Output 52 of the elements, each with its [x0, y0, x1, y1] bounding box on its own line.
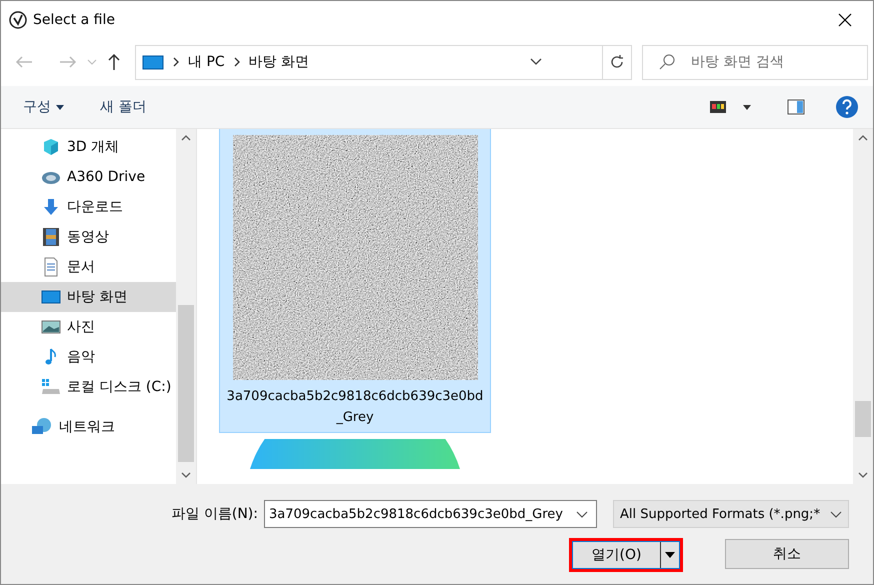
- app-logo-icon: [9, 10, 27, 28]
- film-icon: [41, 227, 61, 247]
- cube-icon: [41, 137, 61, 157]
- scrollbar-thumb[interactable]: [855, 401, 871, 437]
- breadcrumb-item[interactable]: 내 PC: [184, 53, 229, 71]
- scrollbar-thumb[interactable]: [178, 305, 194, 462]
- dropdown-caret-icon[interactable]: [530, 58, 542, 66]
- scrollbar[interactable]: [176, 129, 196, 484]
- download-icon: [41, 197, 61, 217]
- file-type-dropdown[interactable]: All Supported Formats (*.png;*: [613, 500, 849, 528]
- caret-icon: [665, 552, 675, 558]
- search-icon: [659, 54, 675, 70]
- dropdown-caret-icon: [830, 510, 842, 518]
- filename-label: 파일 이름(N):: [171, 505, 258, 523]
- sidebar-item[interactable]: 다운로드: [1, 192, 176, 222]
- sidebar-item[interactable]: 네트워크: [1, 412, 176, 442]
- cancel-button[interactable]: 취소: [725, 539, 849, 569]
- organize-menu-button[interactable]: 구성: [23, 98, 64, 116]
- network-icon: [31, 417, 53, 437]
- new-folder-button[interactable]: 새 폴더: [100, 98, 146, 116]
- sidebar-item[interactable]: 바탕 화면: [1, 282, 176, 312]
- window-title: Select a file: [33, 12, 116, 28]
- file-tile[interactable]: 3a709cacba5b2c9818c6dcb639c3e0bd_Grey: [219, 129, 491, 433]
- scroll-down-icon[interactable]: [858, 472, 868, 478]
- sidebar-item[interactable]: 사진: [1, 312, 176, 342]
- caret-icon[interactable]: [743, 104, 751, 110]
- disk-drive-icon: [41, 377, 61, 397]
- preview-pane-icon[interactable]: [787, 99, 805, 115]
- scrollbar[interactable]: [853, 129, 873, 484]
- caret-icon: [56, 104, 64, 110]
- refresh-button[interactable]: [603, 44, 632, 80]
- sidebar-item[interactable]: 3D 개체: [1, 132, 176, 162]
- dropdown-caret-icon[interactable]: [576, 510, 588, 518]
- breadcrumb-item[interactable]: 바탕 화면: [244, 53, 314, 71]
- sidebar-item[interactable]: A360 Drive: [1, 162, 176, 192]
- sidebar-item[interactable]: 로컬 디스크 (C:): [1, 372, 176, 402]
- search-box[interactable]: 바탕 화면 검색: [642, 44, 868, 80]
- open-button[interactable]: 열기(O): [572, 541, 680, 569]
- up-button[interactable]: [107, 53, 121, 71]
- close-icon: [838, 12, 852, 26]
- scroll-up-icon[interactable]: [181, 135, 191, 141]
- view-options-icon[interactable]: [709, 100, 727, 114]
- desktop-icon: [142, 54, 164, 70]
- address-bar[interactable]: 내 PC 바탕 화면: [135, 44, 603, 80]
- refresh-icon: [609, 54, 625, 70]
- filename-field[interactable]: 3a709cacba5b2c9818c6dcb639c3e0bd_Grey: [264, 500, 597, 528]
- help-icon[interactable]: [835, 95, 859, 119]
- sidebar-item[interactable]: 문서: [1, 252, 176, 282]
- sidebar-item[interactable]: 음악: [1, 342, 176, 372]
- sidebar-item[interactable]: 동영상: [1, 222, 176, 252]
- scroll-down-icon[interactable]: [181, 472, 191, 478]
- scroll-up-icon[interactable]: [858, 135, 868, 141]
